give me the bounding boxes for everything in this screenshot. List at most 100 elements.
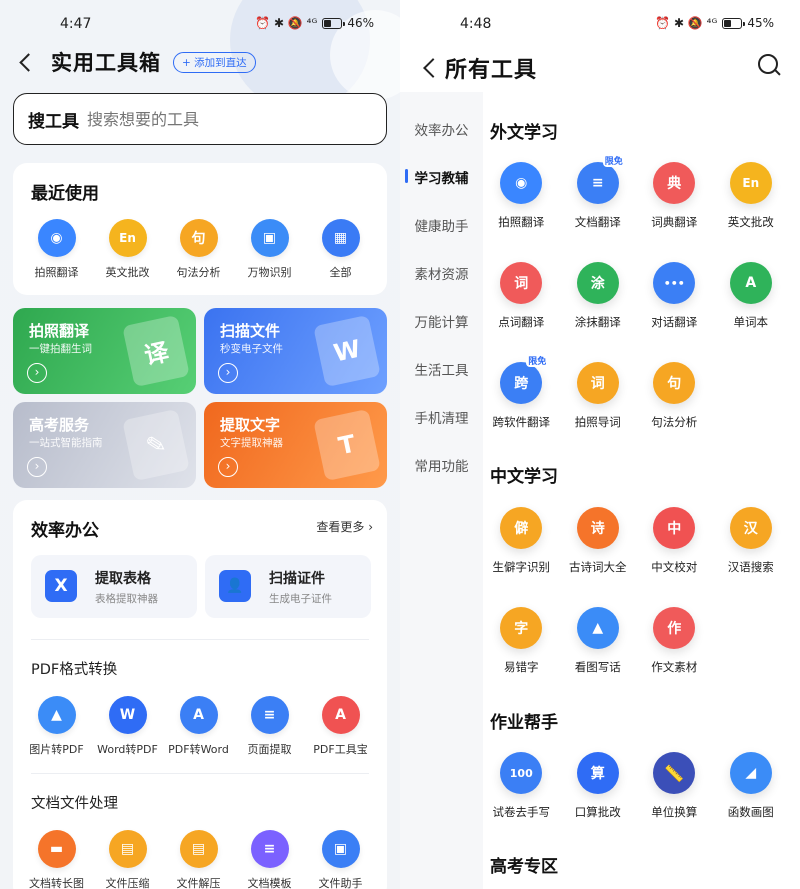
status-icons: ⏰ ✱ 🔕 ⁴ᴳ 46% [255, 16, 374, 30]
tool-item[interactable]: 词拍照导词 [560, 362, 637, 462]
section-title: 中文学习 [490, 467, 558, 487]
arrow-right-icon[interactable]: › [218, 363, 238, 383]
word-to-pdf-button[interactable]: W Word转PDF [92, 696, 163, 757]
file-extract-button[interactable]: ▤ 文件解压 [163, 830, 234, 889]
banner-subtitle: 一键拍翻生词 [29, 343, 92, 355]
tool-item[interactable]: A 单词本 [713, 262, 790, 362]
banner-scan-file[interactable]: 扫描文件 秒变电子文件 › W [204, 308, 387, 394]
pdf-toolbox-button[interactable]: A PDF工具宝 [305, 696, 376, 757]
banner-extract-text[interactable]: 提取文字 文字提取神器 › T [204, 402, 387, 488]
view-more-link[interactable]: 查看更多 › [316, 518, 373, 535]
sidebar-item-materials[interactable]: 素材资源 [400, 263, 483, 283]
tool-item[interactable]: ••• 对话翻译 [636, 262, 713, 362]
tool-item[interactable]: ≡ 限免 文档翻译 [560, 154, 637, 262]
tool-item[interactable]: 词点词翻译 [483, 262, 560, 362]
file-assistant-icon: ▣ [321, 830, 360, 868]
tool-item[interactable]: 作作文素材 [636, 607, 713, 707]
arrow-right-icon[interactable]: › [27, 363, 47, 383]
tool-item[interactable]: 📏 单位换算 [636, 752, 713, 852]
tool-item[interactable]: En 英文批改 [713, 162, 790, 262]
tool-item[interactable]: 僻生僻字识别 [483, 507, 560, 607]
feature-subtitle: 表格提取神器 [95, 593, 158, 605]
sidebar-item-study[interactable]: 学习教辅 [400, 167, 483, 187]
tool-item[interactable]: 汉汉语搜索 [713, 507, 790, 607]
back-icon[interactable] [423, 58, 443, 78]
page-extract-button[interactable]: ≡ 页面提取 [234, 696, 305, 757]
banner-photo-translate[interactable]: 拍照翻译 一键拍翻生词 › 译 [13, 308, 196, 394]
section-title: 外文学习 [490, 123, 558, 143]
tool-item[interactable]: ▲ 看图写话 [560, 607, 637, 707]
tools-content: 外文学习 ◉ 拍照翻译 ≡ 限免 文档翻译 典词典翻译 En 英文批改 词点词翻译 涂涂… [483, 92, 800, 889]
sidebar-item-life[interactable]: 生活工具 [400, 359, 483, 379]
proofread-icon: 中 [653, 507, 696, 549]
search-input[interactable] [87, 109, 347, 129]
english-correct-icon: En [108, 219, 147, 257]
battery-icon [322, 17, 346, 29]
pdf-tools-list: ▲ 图片转PDF W Word转PDF A PDF转Word ≡ 页面提取 A … [13, 696, 387, 757]
recent-item-all[interactable]: ▦ 全部 [305, 219, 376, 280]
cross-app-translate-icon: 跨限免 [500, 354, 549, 404]
english-correct-icon: En [729, 162, 772, 204]
file-compress-button[interactable]: ▤ 文件压缩 [92, 830, 163, 889]
recent-item-camera-translate[interactable]: ◉ 拍照翻译 [21, 219, 92, 280]
banner-title: 提取文字 [220, 416, 281, 434]
feature-subtitle: 生成电子证件 [269, 593, 332, 605]
file-assistant-button[interactable]: ▣ 文件助手 [305, 830, 376, 889]
unit-convert-icon: 📏 [653, 752, 696, 794]
image-to-pdf-button[interactable]: ▲ 图片转PDF [21, 696, 92, 757]
doc-template-button[interactable]: ≡ 文档模板 [234, 830, 305, 889]
tool-item[interactable]: 100 试卷去手写 [483, 752, 560, 852]
doc-to-image-button[interactable]: ▬ 文档转长图 [21, 830, 92, 889]
word-to-pdf-icon: W [108, 696, 147, 734]
sidebar-item-health[interactable]: 健康助手 [400, 215, 483, 235]
recent-item-english-correct[interactable]: En 英文批改 [92, 219, 163, 280]
tool-item[interactable]: 跨限免 跨软件翻译 [483, 354, 560, 462]
tool-item[interactable]: ◢ 函数画图 [713, 752, 790, 852]
tool-label: 文档翻译 [574, 215, 621, 229]
status-icons: ⏰ ✱ 🔕 ⁴ᴳ 45% [655, 16, 774, 30]
tool-item[interactable]: 诗古诗词大全 [560, 507, 637, 607]
sidebar-item-calculator[interactable]: 万能计算 [400, 311, 483, 331]
extract-table-button[interactable]: X 提取表格 表格提取神器 [31, 555, 197, 618]
arrow-right-icon[interactable]: › [27, 457, 47, 477]
pdf-to-word-button[interactable]: A PDF转Word [163, 696, 234, 757]
picture-writing-icon: ▲ [576, 607, 619, 649]
add-shortcut-button[interactable]: + 添加到直达 [173, 51, 256, 73]
dictionary-icon: 典 [653, 162, 696, 204]
essay-material-icon: 作 [653, 607, 696, 649]
page-header: 所有工具 [400, 44, 800, 88]
search-icon[interactable] [758, 54, 782, 78]
tool-item[interactable]: 算口算批改 [560, 752, 637, 852]
free-badge: 限免 [526, 354, 549, 367]
banner-subtitle: 秒变电子文件 [220, 343, 283, 355]
banner-gaokao[interactable]: 高考服务 一站式智能指南 › ✎ [13, 402, 196, 488]
tool-search-bar[interactable]: 搜工具 [13, 93, 387, 145]
sidebar-item-cleanup[interactable]: 手机清理 [400, 407, 483, 427]
pdf-toolbox-icon: A [321, 696, 360, 734]
tool-item[interactable]: 中中文校对 [636, 507, 713, 607]
scan-id-button[interactable]: 👤 扫描证件 生成电子证件 [205, 555, 371, 618]
tool-item[interactable]: 字易错字 [483, 607, 560, 707]
arrow-right-icon[interactable]: › [218, 457, 238, 477]
file-compress-icon: ▤ [108, 830, 147, 868]
page-title: 实用工具箱 [51, 51, 161, 75]
battery-percent: 45% [747, 16, 774, 30]
tool-label: 英文批改 [727, 215, 774, 229]
tool-label: 句法分析 [651, 415, 698, 429]
section-grid-foreign: ◉ 拍照翻译 ≡ 限免 文档翻译 典词典翻译 En 英文批改 词点词翻译 涂涂抹翻译 •… [483, 154, 800, 462]
recent-list: ◉ 拍照翻译 En 英文批改 句 句法分析 ▣ 万物识别 ▦ 全部 [13, 219, 387, 280]
sidebar-item-common[interactable]: 常用功能 [400, 455, 483, 475]
recent-item-label: 英文批改 [105, 266, 150, 279]
tool-item[interactable]: 句句法分析 [636, 362, 713, 462]
office-title: 效率办公 [31, 521, 99, 541]
recent-item-object-recognition[interactable]: ▣ 万物识别 [234, 219, 305, 280]
recent-item-syntax[interactable]: 句 句法分析 [163, 219, 234, 280]
sidebar-item-office[interactable]: 效率办公 [400, 119, 483, 139]
tool-item[interactable]: 涂涂抹翻译 [560, 262, 637, 362]
search-label: 搜工具 [28, 111, 79, 132]
category-sidebar: 效率办公 学习教辅 健康助手 素材资源 万能计算 生活工具 手机清理 常用功能 [400, 92, 483, 889]
tool-label: Word转PDF [97, 743, 158, 756]
tool-item[interactable]: 典词典翻译 [636, 162, 713, 262]
back-icon[interactable] [19, 52, 38, 72]
tool-item[interactable]: ◉ 拍照翻译 [483, 162, 560, 262]
